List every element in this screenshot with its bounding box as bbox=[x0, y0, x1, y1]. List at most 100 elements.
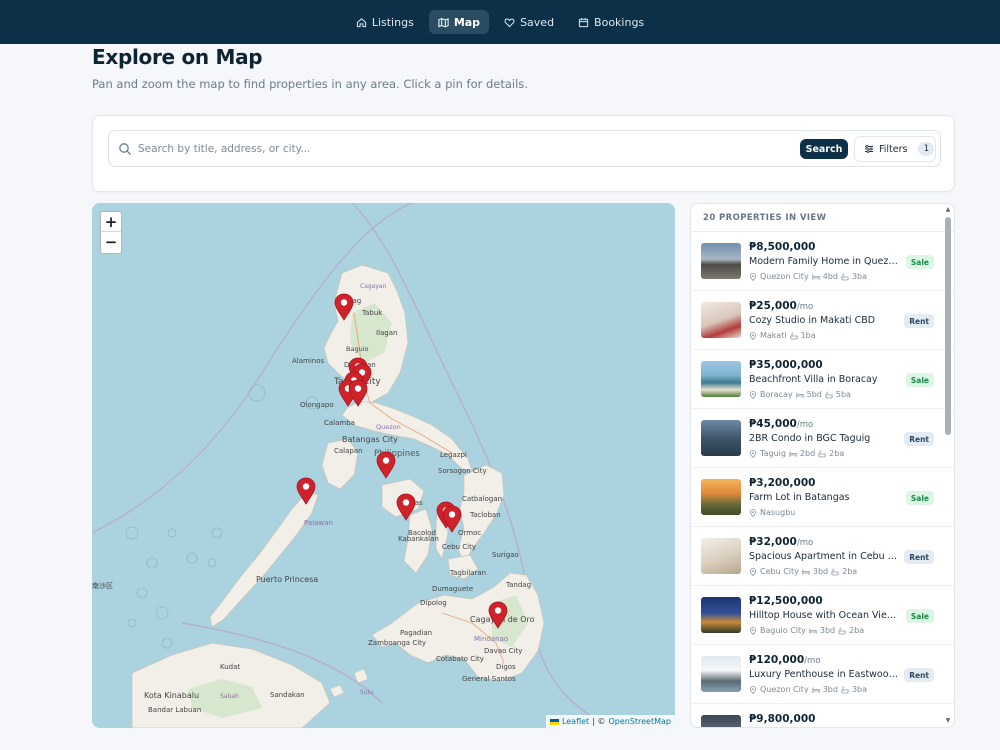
map-pin-icon[interactable] bbox=[488, 601, 508, 629]
location-pin-icon bbox=[749, 685, 757, 694]
bed-icon bbox=[809, 628, 817, 634]
listing-type-badge: Sale bbox=[905, 609, 934, 623]
search-button[interactable]: Search bbox=[800, 139, 848, 159]
map-place-label: Davao City bbox=[484, 647, 523, 655]
map-place-label: Tacloban bbox=[470, 511, 501, 519]
map-place-label: Palawan bbox=[304, 519, 333, 527]
map-pin-icon[interactable] bbox=[442, 505, 462, 533]
zoom-in-button[interactable]: + bbox=[101, 212, 121, 232]
map-place-label: Calamba bbox=[324, 419, 355, 427]
map-place-label: Tandag bbox=[506, 581, 532, 589]
property-list-item[interactable]: ₱12,500,000 Hilltop House with Ocean View… bbox=[691, 586, 954, 645]
map-place-label: Legazpi bbox=[440, 451, 467, 459]
property-price-unit: /mo bbox=[796, 420, 814, 430]
nav-listings[interactable]: Listings bbox=[347, 10, 423, 34]
search-card: Search Filters 1 bbox=[92, 115, 955, 192]
map-place-label: Surigao bbox=[492, 551, 519, 559]
property-meta: Quezon City 4bd 3ba bbox=[749, 272, 867, 281]
map-pin-icon[interactable] bbox=[296, 477, 316, 505]
filters-button[interactable]: Filters 1 bbox=[854, 136, 936, 162]
map-icon bbox=[438, 17, 449, 27]
property-thumbnail bbox=[701, 479, 741, 515]
home-icon bbox=[356, 17, 366, 27]
bed-icon bbox=[796, 392, 804, 398]
property-baths: 2ba bbox=[829, 449, 845, 458]
filters-label: Filters bbox=[879, 143, 908, 155]
location-pin-icon bbox=[749, 449, 757, 458]
property-location: Makati bbox=[760, 331, 787, 340]
location-pin-icon bbox=[749, 508, 757, 517]
map-place-label: Cebu City bbox=[442, 543, 477, 551]
map-place-label: Catbalogan bbox=[462, 495, 503, 503]
nav-bookings-label: Bookings bbox=[594, 15, 645, 29]
location-pin-icon bbox=[749, 390, 757, 399]
property-list-item[interactable]: ₱32,000/mo Spacious Apartment in Cebu Cit… bbox=[691, 527, 954, 586]
property-beds: 4bd bbox=[822, 272, 838, 281]
property-beds: 3bd bbox=[822, 685, 838, 694]
property-thumbnail bbox=[701, 715, 741, 727]
map-place-label: Baguio bbox=[346, 345, 369, 353]
scroll-down-arrow-icon[interactable]: ▼ bbox=[945, 718, 951, 724]
map-place-label: Batangas City bbox=[342, 435, 398, 444]
nav-bookings[interactable]: Bookings bbox=[569, 10, 653, 34]
map-view[interactable]: LaoagTabukIlaganBaguioDagupanAlaminosTar… bbox=[92, 203, 675, 728]
property-meta: Cebu City 3bd 2ba bbox=[749, 567, 857, 576]
map-pin-icon[interactable] bbox=[334, 293, 354, 321]
property-price-value: ₱120,000 bbox=[749, 654, 805, 666]
property-list-item[interactable]: ₱35,000,000 Beachfront Villa in Boracay Bo… bbox=[691, 350, 954, 409]
property-meta: Nasugbu bbox=[749, 508, 795, 517]
property-location: Baguio City bbox=[760, 626, 806, 635]
property-thumbnail bbox=[701, 361, 741, 397]
bath-icon bbox=[838, 627, 846, 634]
map-place-label: Ilagan bbox=[376, 329, 398, 337]
location-pin-icon bbox=[749, 272, 757, 281]
heart-icon bbox=[504, 18, 515, 27]
property-price-value: ₱8,500,000 bbox=[749, 241, 816, 253]
leaflet-link[interactable]: Leaflet bbox=[562, 717, 589, 726]
property-beds: 5bd bbox=[806, 390, 822, 399]
openstreetmap-link[interactable]: OpenStreetMap bbox=[608, 717, 671, 726]
property-list-item[interactable]: ₱8,500,000 Modern Family Home in Quezon C… bbox=[691, 232, 954, 291]
property-price-unit: /mo bbox=[796, 302, 814, 312]
property-price: ₱35,000,000 bbox=[749, 359, 823, 371]
property-list-item[interactable]: ₱120,000/mo Luxury Penthouse in Eastwood … bbox=[691, 645, 954, 704]
bed-icon bbox=[802, 569, 810, 575]
property-meta: Boracay 5bd 5ba bbox=[749, 390, 851, 399]
property-meta: Taguig 2bd 2ba bbox=[749, 449, 844, 458]
map-place-label: Pagadian bbox=[400, 629, 433, 637]
map-place-label: Calapan bbox=[334, 447, 363, 455]
map-pin-icon[interactable] bbox=[396, 493, 416, 521]
zoom-out-button[interactable]: − bbox=[101, 232, 121, 252]
bath-icon bbox=[818, 450, 826, 457]
nav-map[interactable]: Map bbox=[428, 10, 490, 34]
location-pin-icon bbox=[749, 331, 757, 340]
bath-icon bbox=[841, 273, 849, 280]
scrollbar-thumb[interactable] bbox=[945, 217, 951, 435]
property-price-unit: /mo bbox=[796, 538, 814, 548]
property-list-item[interactable]: ₱9,800,000 bbox=[691, 704, 954, 727]
property-location: Cebu City bbox=[760, 567, 799, 576]
map-place-label: Digos bbox=[496, 663, 516, 671]
scroll-up-arrow-icon[interactable]: ▲ bbox=[945, 207, 951, 213]
property-price: ₱32,000/mo bbox=[749, 536, 813, 548]
property-title: Beachfront Villa in Boracay bbox=[749, 374, 878, 385]
property-list-item[interactable]: ₱3,200,000 Farm Lot in Batangas Nasugbu Sal… bbox=[691, 468, 954, 527]
map-place-label: Sabah bbox=[220, 693, 239, 700]
property-list-item[interactable]: ₱25,000/mo Cozy Studio in Makati CBD Makat… bbox=[691, 291, 954, 350]
property-thumbnail bbox=[701, 538, 741, 574]
map-place-label: Bandar Labuan bbox=[148, 706, 202, 714]
property-beds: 3bd bbox=[812, 567, 829, 576]
property-price-value: ₱25,000 bbox=[749, 300, 797, 312]
property-price-value: ₱35,000,000 bbox=[749, 359, 823, 371]
map-pin-icon[interactable] bbox=[348, 379, 368, 407]
nav-map-label: Map bbox=[453, 15, 481, 29]
property-location: Boracay bbox=[760, 390, 793, 399]
property-title: Hilltop House with Ocean View in Baguio bbox=[749, 610, 901, 621]
property-baths: 5ba bbox=[835, 390, 851, 399]
map-pin-icon[interactable] bbox=[376, 451, 396, 479]
nav-saved[interactable]: Saved bbox=[495, 10, 563, 34]
search-box: Search Filters 1 bbox=[108, 130, 941, 167]
search-input[interactable] bbox=[138, 137, 788, 161]
nav-saved-label: Saved bbox=[520, 15, 555, 29]
property-list-item[interactable]: ₱45,000/mo 2BR Condo in BGC Taguig Taguig 2… bbox=[691, 409, 954, 468]
